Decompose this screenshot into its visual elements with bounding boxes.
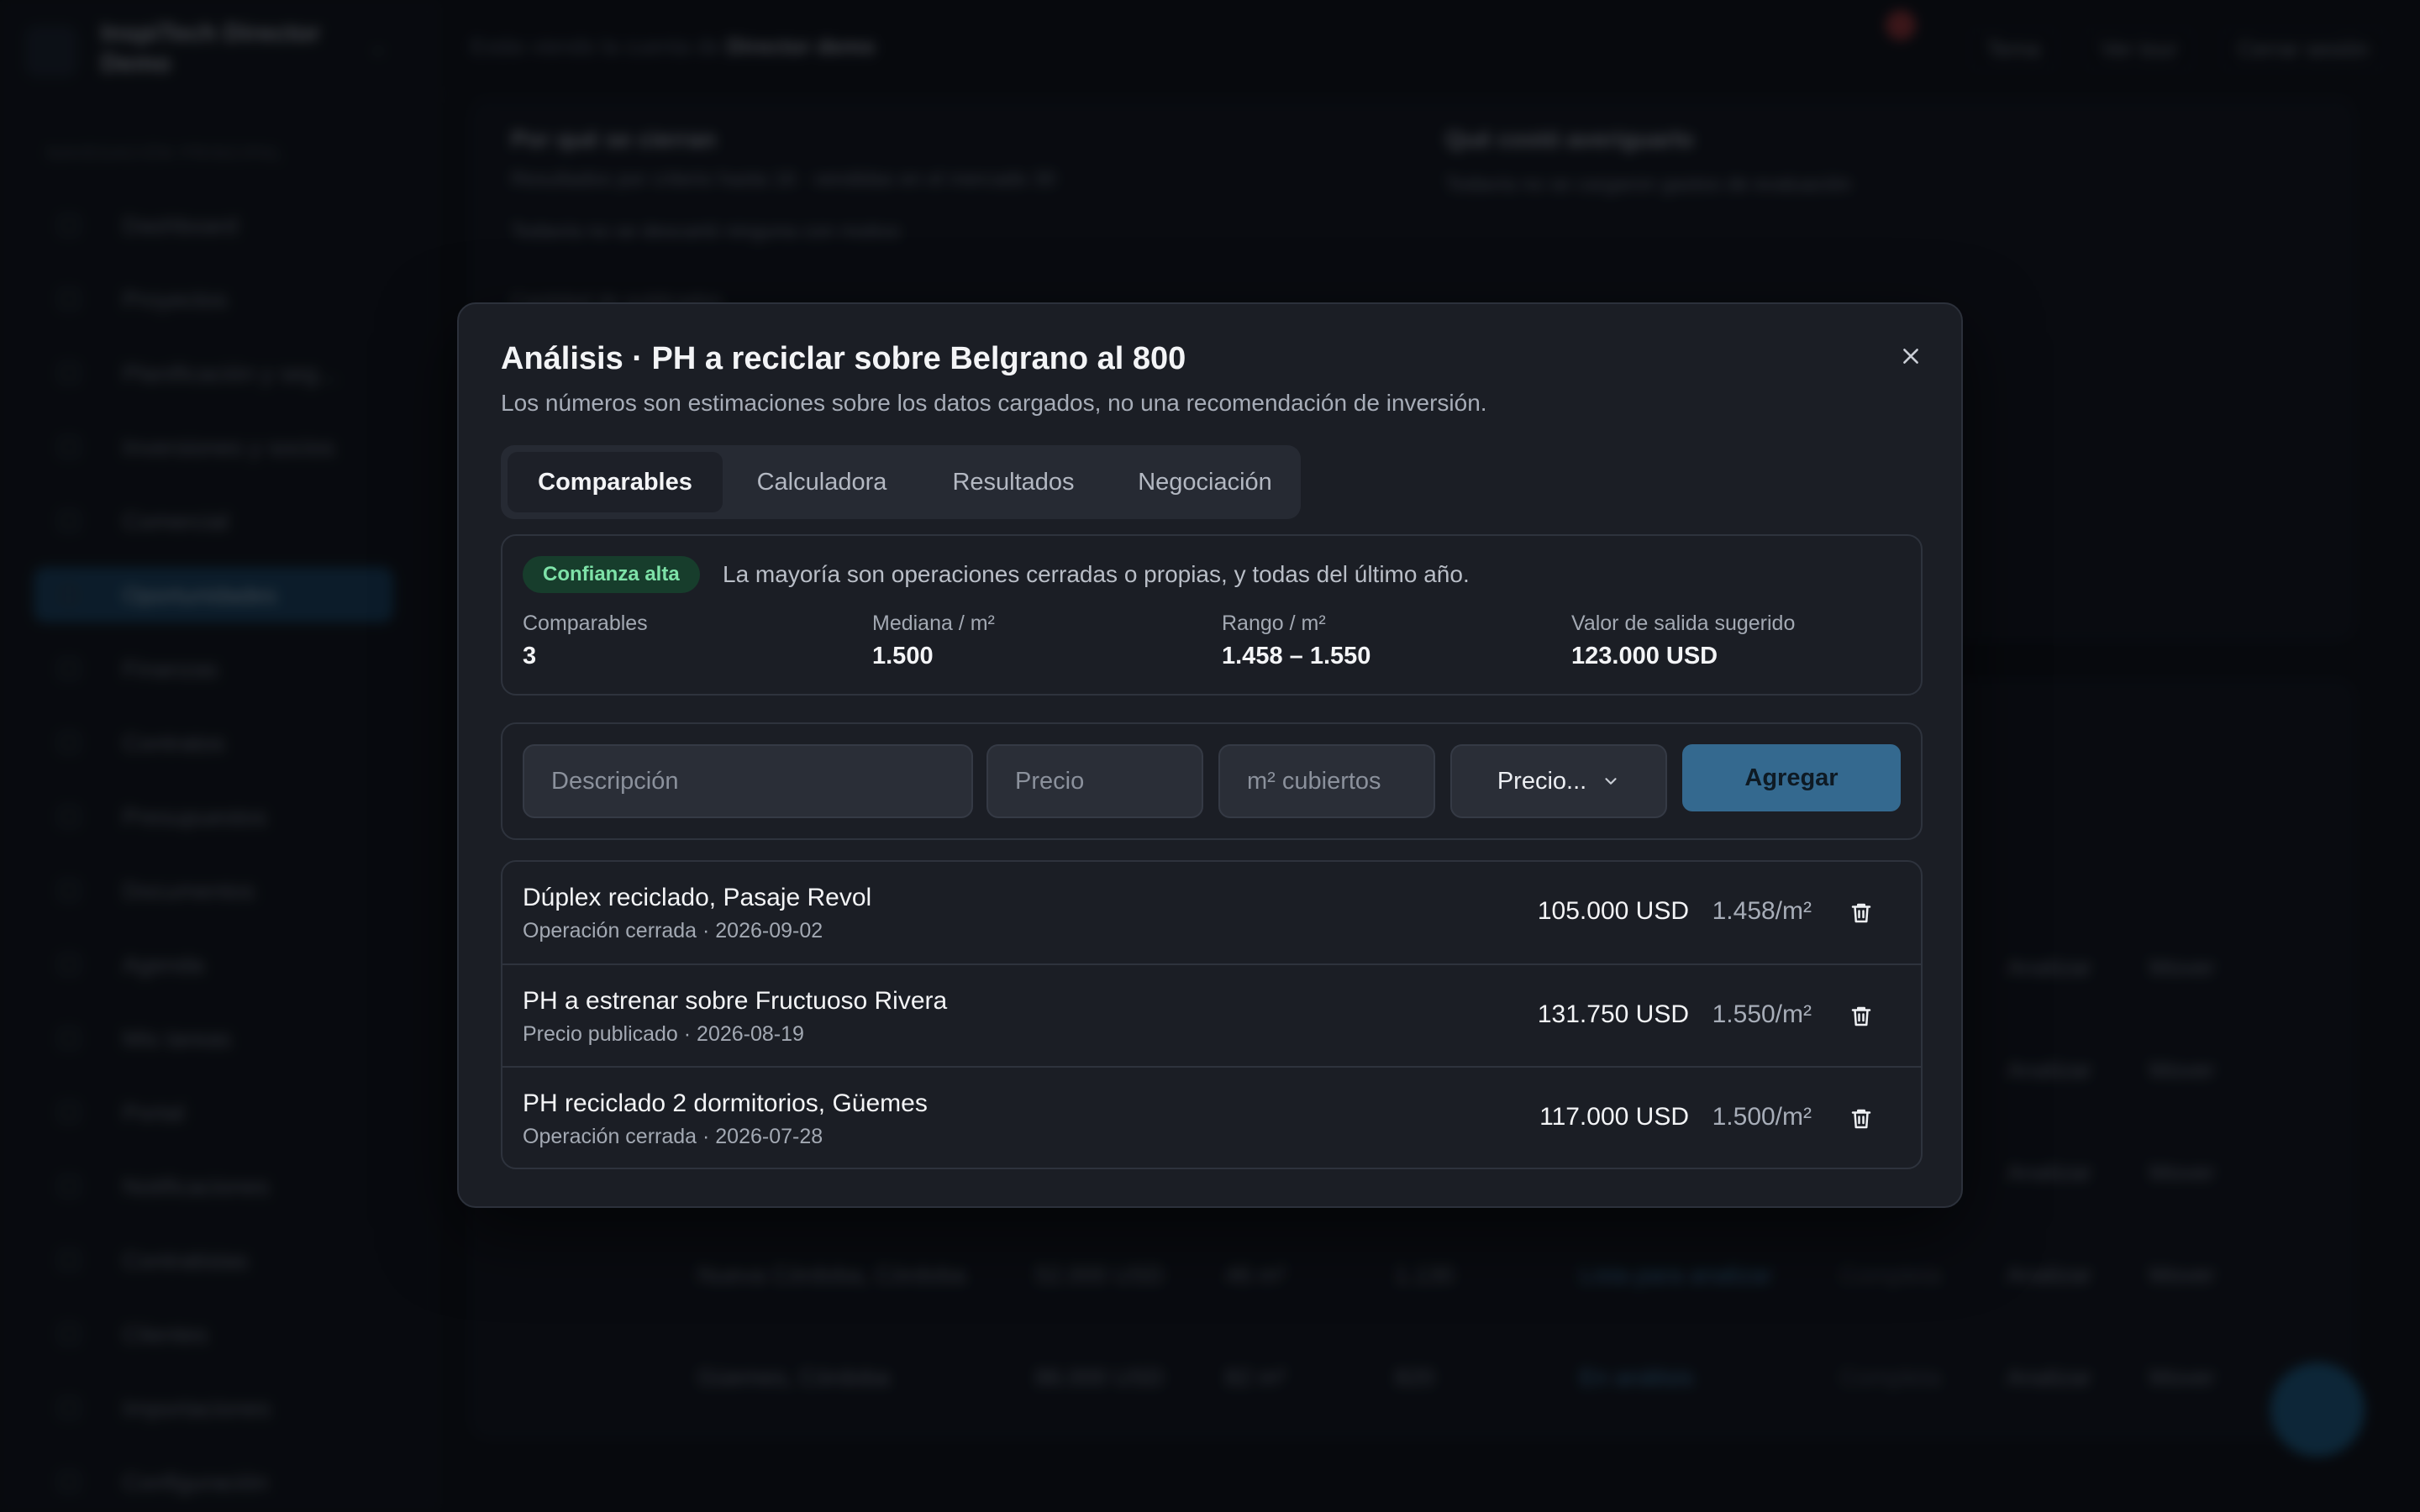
price-type-select[interactable]: Precio... — [1450, 744, 1667, 818]
chevron-down-icon — [1605, 778, 1617, 785]
stat-comparables: Comparables 3 — [523, 612, 648, 670]
comparable-meta: Operación cerrada · 2026-09-02 — [523, 919, 823, 942]
comparables-summary: Confianza alta La mayoría son operacione… — [501, 534, 1923, 696]
modal-title: Análisis · PH a reciclar sobre Belgrano … — [501, 341, 1186, 376]
stat-label: Comparables — [523, 612, 648, 635]
comparable-price-per-m2: 1.458/m² — [1712, 897, 1812, 925]
delete-button[interactable] — [1842, 1100, 1881, 1138]
stat-exit-value: Valor de salida sugerido 123.000 USD — [1571, 612, 1795, 670]
comparable-title: Dúplex reciclado, Pasaje Revol — [523, 884, 872, 911]
comparable-title: PH a estrenar sobre Fructuoso Rivera — [523, 987, 948, 1015]
trash-icon — [1851, 1006, 1871, 1026]
stat-value: 1.458 – 1.550 — [1222, 643, 1371, 669]
comparable-price: 117.000 USD — [1539, 1103, 1689, 1131]
close-button[interactable] — [1892, 338, 1929, 375]
tab-comparables[interactable]: Comparables — [508, 452, 723, 512]
add-comparable-form: Precio... Agregar — [501, 722, 1923, 840]
tab-resultados[interactable]: Resultados — [921, 452, 1106, 512]
list-item: PH a estrenar sobre Fructuoso Rivera Pre… — [502, 963, 1921, 1067]
confidence-badge: Confianza alta — [523, 556, 700, 593]
stat-label: Valor de salida sugerido — [1571, 612, 1796, 635]
analysis-tabs: Comparables Calculadora Resultados Negoc… — [501, 445, 1301, 519]
delete-button[interactable] — [1842, 997, 1881, 1036]
comparable-price-per-m2: 1.500/m² — [1712, 1103, 1812, 1131]
trash-icon — [1851, 1109, 1871, 1129]
modal-subtitle: Los números son estimaciones sobre los d… — [501, 390, 1487, 416]
comparable-price: 131.750 USD — [1537, 1000, 1689, 1028]
comparable-meta: Precio publicado · 2026-08-19 — [523, 1022, 804, 1046]
analysis-modal: Análisis · PH a reciclar sobre Belgrano … — [457, 302, 1963, 1208]
area-input[interactable] — [1218, 744, 1435, 818]
stat-value: 3 — [523, 643, 537, 669]
comparable-price: 105.000 USD — [1537, 897, 1689, 925]
delete-button[interactable] — [1842, 894, 1881, 932]
price-input[interactable] — [986, 744, 1203, 818]
stat-label: Mediana / m² — [872, 612, 995, 635]
stat-range: Rango / m² 1.458 – 1.550 — [1222, 612, 1370, 670]
confidence-description: La mayoría son operaciones cerradas o pr… — [723, 561, 1470, 587]
stat-median: Mediana / m² 1.500 — [872, 612, 995, 670]
trash-icon — [1851, 903, 1871, 923]
comparables-list: Dúplex reciclado, Pasaje Revol Operación… — [501, 860, 1923, 1169]
stat-value: 1.500 — [872, 643, 934, 669]
close-icon — [1903, 349, 1918, 364]
comparable-meta: Operación cerrada · 2026-07-28 — [523, 1125, 823, 1148]
stat-value: 123.000 USD — [1571, 643, 1718, 669]
list-item: PH reciclado 2 dormitorios, Güemes Opera… — [502, 1066, 1921, 1168]
comparable-title: PH reciclado 2 dormitorios, Güemes — [523, 1089, 928, 1117]
select-value: Precio... — [1497, 767, 1587, 795]
tab-negociacion[interactable]: Negociación — [1106, 452, 1304, 512]
add-button[interactable]: Agregar — [1682, 744, 1901, 811]
description-input[interactable] — [523, 744, 973, 818]
tab-calculadora[interactable]: Calculadora — [723, 452, 921, 512]
stat-label: Rango / m² — [1222, 612, 1326, 635]
comparable-price-per-m2: 1.550/m² — [1712, 1000, 1812, 1028]
list-item: Dúplex reciclado, Pasaje Revol Operación… — [502, 862, 1921, 963]
